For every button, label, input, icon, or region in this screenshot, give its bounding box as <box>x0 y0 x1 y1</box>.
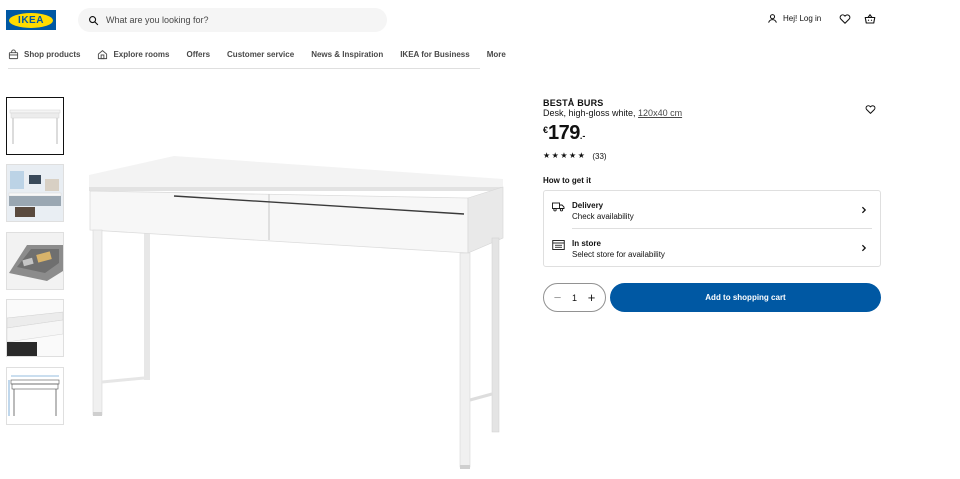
drawer-thumbnail-image <box>7 233 63 289</box>
store-icon <box>552 240 565 250</box>
star-icon: ★ <box>577 151 585 160</box>
truck-icon <box>552 202 565 212</box>
add-to-cart-button[interactable]: Add to shopping cart <box>610 283 881 312</box>
bag-icon <box>8 49 19 60</box>
nav-label: Explore rooms <box>113 50 170 59</box>
price-suffix: .- <box>579 131 586 141</box>
nav-item-offers[interactable]: Offers <box>186 50 210 68</box>
thumbnail-desk-front[interactable] <box>6 97 64 155</box>
quantity-stepper: − 1 + <box>543 283 606 312</box>
increase-quantity-button[interactable]: + <box>586 290 597 305</box>
heart-icon <box>839 14 851 24</box>
decrease-quantity-button[interactable]: − <box>552 290 563 305</box>
nav-label: More <box>486 50 506 59</box>
chevron-right-icon <box>861 206 867 214</box>
nav-label: IKEA for Business <box>400 50 470 59</box>
main-nav: Shop products Explore rooms Offers Custo… <box>8 49 506 69</box>
thumbnail-desk-room[interactable] <box>6 164 64 222</box>
dimensions-thumbnail-image <box>8 375 60 416</box>
nav-label: News & Inspiration <box>311 50 384 59</box>
product-price: € 179 .- <box>543 122 585 144</box>
delivery-subtitle: Check availability <box>572 212 634 221</box>
search-icon <box>89 15 99 25</box>
nav-item-more[interactable]: More <box>487 50 506 68</box>
star-icon: ★ <box>543 151 551 160</box>
nav-label: Customer service <box>227 50 295 59</box>
thumbnail-dimensions[interactable] <box>6 367 64 425</box>
delivery-option[interactable]: Delivery Check availability <box>544 191 880 228</box>
product-description-text: Desk, high-gloss white, <box>543 108 639 118</box>
house-icon <box>98 50 108 60</box>
user-icon <box>768 14 777 23</box>
in-store-option[interactable]: In store Select store for availability <box>544 229 880 266</box>
fulfilment-box: Delivery Check availability In store Sel… <box>543 190 881 267</box>
nav-label: Shop products <box>24 50 81 59</box>
delivery-title: Delivery <box>572 201 604 210</box>
heart-icon <box>865 104 875 114</box>
cart-button[interactable] <box>863 12 877 26</box>
ikea-logo[interactable]: IKEA <box>6 10 56 30</box>
login-link[interactable]: Hej! Log in <box>767 13 821 24</box>
logo-oval: IKEA <box>9 12 53 28</box>
quantity-value[interactable]: 1 <box>572 293 577 303</box>
how-to-get-heading: How to get it <box>543 176 591 185</box>
cart-icon <box>864 13 876 24</box>
price-amount: 179 <box>548 122 580 144</box>
logo-text: IKEA <box>18 14 44 26</box>
in-store-title: In store <box>572 239 601 248</box>
nav-item-shop-products[interactable]: Shop products <box>8 49 81 68</box>
product-name: BESTÅ BURS <box>543 98 604 108</box>
product-size-link[interactable]: 120x40 cm <box>638 108 682 118</box>
thumbnail-drawer-detail[interactable] <box>6 232 64 290</box>
desk-thumbnail-image <box>9 109 61 144</box>
product-rating[interactable]: ★ ★ ★ ★ ★ (33) <box>543 151 607 161</box>
star-icon: ★ <box>560 151 568 160</box>
product-main-image[interactable] <box>84 150 509 475</box>
chevron-right-icon <box>861 244 867 252</box>
login-label: Hej! Log in <box>783 14 822 23</box>
search-bar[interactable] <box>78 8 387 32</box>
room-thumbnail-image <box>7 165 63 221</box>
nav-label: Offers <box>186 50 211 59</box>
search-input[interactable] <box>106 15 376 25</box>
corner-thumbnail-image <box>7 300 63 356</box>
thumbnail-corner-detail[interactable] <box>6 299 64 357</box>
favourites-button[interactable] <box>838 12 852 26</box>
product-description: Desk, high-gloss white, 120x40 cm <box>543 108 682 118</box>
star-icon: ★ <box>569 151 577 160</box>
nav-item-ikea-business[interactable]: IKEA for Business <box>400 50 470 68</box>
nav-item-news-inspiration[interactable]: News & Inspiration <box>311 50 383 68</box>
star-icon: ★ <box>551 151 559 160</box>
add-to-favourites-button[interactable] <box>863 102 877 116</box>
review-count: (33) <box>592 151 607 161</box>
nav-item-explore-rooms[interactable]: Explore rooms <box>97 50 169 68</box>
in-store-subtitle: Select store for availability <box>572 250 665 259</box>
nav-item-customer-service[interactable]: Customer service <box>227 50 294 68</box>
star-rating: ★ ★ ★ ★ ★ <box>543 151 586 161</box>
